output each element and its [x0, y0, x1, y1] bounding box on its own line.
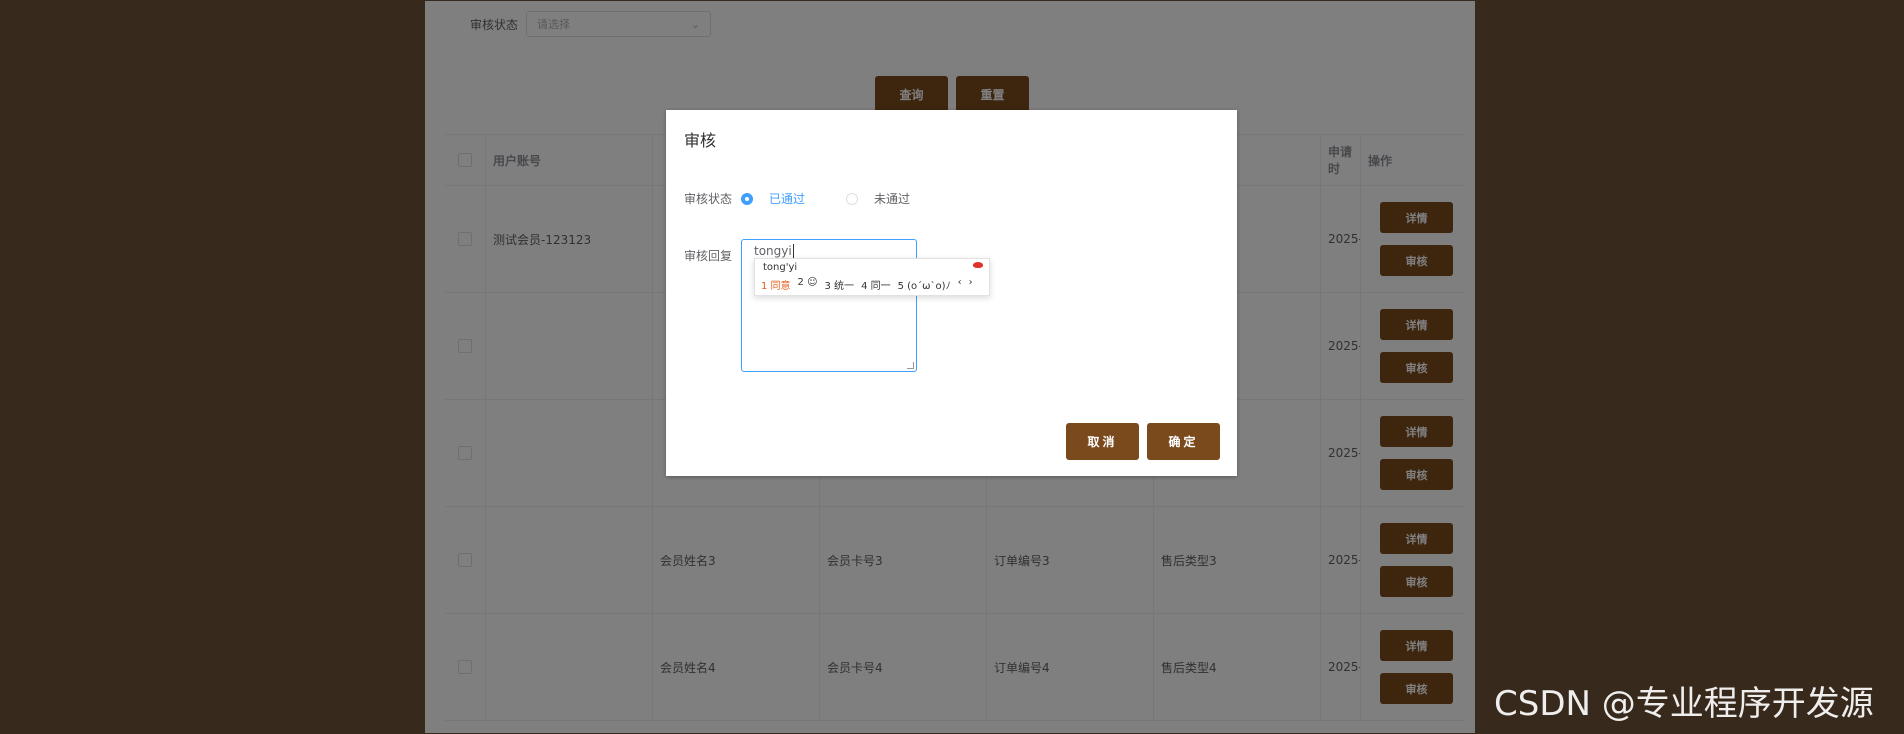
- radio-checked-icon: [741, 192, 753, 205]
- ime-candidate-popup: tong'yi 1 同意 2 ☺ 3 统一 4 同一 5 (o´ω`o)ﾉ ‹ …: [754, 258, 990, 296]
- ime-candidate[interactable]: 4 同一: [861, 277, 891, 292]
- reply-text: tongyi: [754, 244, 792, 258]
- ime-candidate[interactable]: 1 同意: [761, 277, 791, 292]
- cancel-button[interactable]: 取消: [1066, 423, 1139, 460]
- status-label: 审核状态: [684, 192, 733, 206]
- radio-approved-label: 已通过: [769, 192, 806, 206]
- ime-prev-icon[interactable]: ‹: [958, 277, 962, 292]
- ime-candidate[interactable]: 3 统一: [825, 277, 855, 292]
- ime-candidate[interactable]: 5 (o´ω`o)ﾉ: [898, 277, 951, 292]
- radio-rejected[interactable]: 未通过: [846, 190, 910, 207]
- text-cursor: [792, 244, 794, 258]
- resize-handle-icon[interactable]: [907, 362, 914, 369]
- ime-pinyin: tong'yi: [763, 262, 798, 273]
- reply-label: 审核回复: [684, 249, 733, 263]
- ime-candidate[interactable]: 2 ☺: [798, 277, 818, 292]
- radio-rejected-label: 未通过: [874, 192, 911, 206]
- radio-unchecked-icon: [846, 192, 858, 205]
- radio-approved[interactable]: 已通过: [741, 190, 805, 207]
- ime-logo-icon: [973, 262, 983, 268]
- watermark: CSDN @专业程序开发源: [1494, 684, 1874, 724]
- ime-next-icon[interactable]: ›: [969, 277, 973, 292]
- ime-candidates: 1 同意 2 ☺ 3 统一 4 同一 5 (o´ω`o)ﾉ ‹ ›: [761, 277, 973, 292]
- dialog-title: 审核: [684, 131, 717, 150]
- confirm-button[interactable]: 确定: [1147, 423, 1220, 460]
